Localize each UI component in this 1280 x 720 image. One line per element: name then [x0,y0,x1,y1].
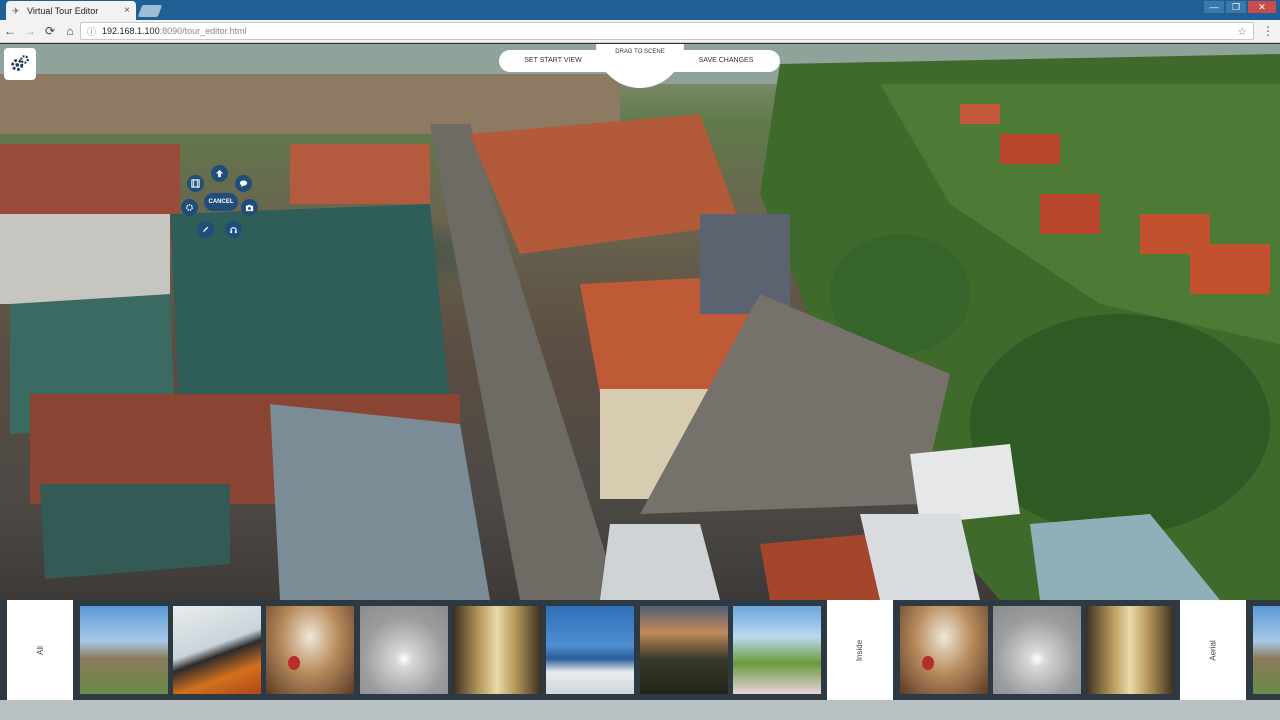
scene-thumbnail-bright-light[interactable] [360,606,448,694]
maximize-button[interactable]: ❐ [1226,1,1246,13]
hotspot-radial-menu: CANCEL [181,165,261,245]
scene-thumbnail-aerial-town[interactable] [80,606,168,694]
new-tab-button[interactable] [137,5,163,17]
browser-tab-bar: ✈ Virtual Tour Editor × — ❐ ✕ [0,0,1280,20]
scene-filmstrip[interactable]: All Inside Aerial [0,600,1280,700]
save-changes-button[interactable]: SAVE CHANGES [682,50,770,72]
group-label-all[interactable]: All [7,600,73,700]
scene-thumbnail-brick-cellar[interactable] [266,606,354,694]
tab-title: Virtual Tour Editor [27,5,99,16]
camera-icon[interactable] [241,199,258,216]
aerial-panorama-image [0,44,1280,600]
settings-button[interactable] [4,48,36,80]
info-icon[interactable]: ⓘ [87,25,96,38]
gear-icon [11,55,29,71]
tab-close-icon[interactable]: × [124,5,130,16]
bottom-status-strip [0,700,1280,720]
audio-icon[interactable] [225,221,242,238]
back-button[interactable]: ← [0,24,20,38]
group-label-aerial[interactable]: Aerial [1180,600,1246,700]
settings-icon[interactable] [181,199,198,216]
home-button[interactable]: ⌂ [60,24,80,38]
browser-tab[interactable]: ✈ Virtual Tour Editor × [6,1,136,20]
close-window-button[interactable]: ✕ [1248,1,1276,13]
group-label-inside[interactable]: Inside [827,600,893,700]
scene-thumbnail-kayak[interactable] [173,606,261,694]
scene-thumbnail-brick-cellar[interactable] [900,606,988,694]
forward-button[interactable]: → [20,24,40,38]
address-bar-row: ← → ⟳ ⌂ ⓘ 192.168.1.100:8090/tour_editor… [0,20,1280,43]
scene-thumbnail-edge-partial[interactable] [1253,606,1280,694]
scene-thumbnail-hall[interactable] [1086,606,1174,694]
scene-thumbnail-sailboat[interactable] [546,606,634,694]
set-start-view-button[interactable]: SET START VIEW [509,50,597,72]
browser-menu-icon[interactable]: ⋮ [1262,24,1274,38]
url-input[interactable]: ⓘ 192.168.1.100:8090/tour_editor.html ☆ [80,22,1254,40]
url-path: :8090/tour_editor.html [159,26,247,36]
chat-icon[interactable] [235,175,252,192]
cancel-button[interactable]: CANCEL [204,193,238,211]
favicon-icon: ✈ [12,5,20,16]
panorama-viewport[interactable]: SET START VIEW SAVE CHANGES DRAG TO SCEN… [0,44,1280,600]
up-arrow-icon[interactable] [211,165,228,182]
reload-button[interactable]: ⟳ [40,24,60,38]
scene-thumbnail-blossom-garden[interactable] [733,606,821,694]
bookmark-star-icon[interactable]: ☆ [1237,25,1247,38]
scene-thumbnail-sunset[interactable] [640,606,728,694]
url-host: 192.168.1.100 [102,26,160,36]
scene-thumbnail-bright-light[interactable] [993,606,1081,694]
minimize-button[interactable]: — [1204,1,1224,13]
scene-thumbnail-hall[interactable] [453,606,541,694]
film-icon[interactable] [187,175,204,192]
window-controls: — ❐ ✕ [1204,1,1276,13]
edit-icon[interactable] [197,221,214,238]
